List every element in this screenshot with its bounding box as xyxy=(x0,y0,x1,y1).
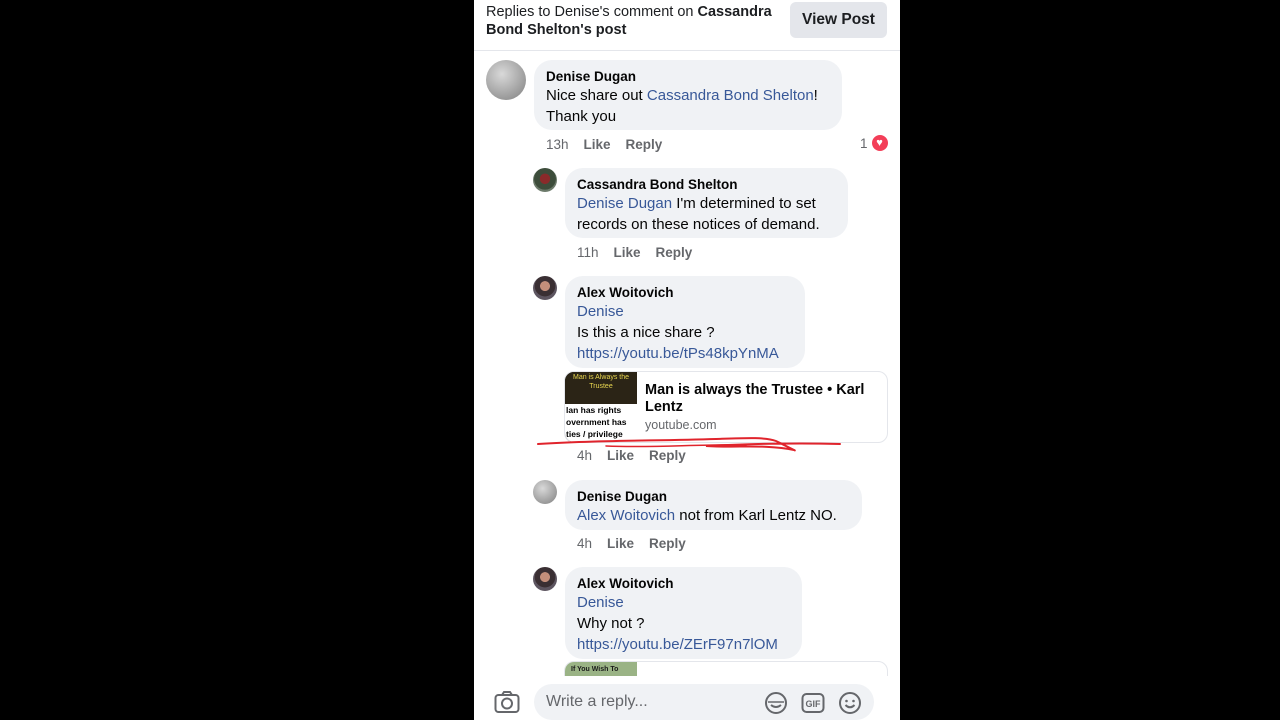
like-button[interactable]: Like xyxy=(607,536,634,551)
timestamp[interactable]: 4h xyxy=(577,448,592,463)
mention-link[interactable]: Denise Dugan xyxy=(577,195,672,212)
reaction-count[interactable]: 1 ♥ xyxy=(860,135,888,151)
reply-composer: GIF xyxy=(474,676,900,720)
youtube-link[interactable]: https://youtu.be/tPs48kpYnMA xyxy=(577,345,779,362)
comment-actions: 11h Like Reply xyxy=(577,245,692,260)
avatar[interactable] xyxy=(533,276,557,300)
avatar[interactable] xyxy=(533,168,557,192)
thumbnail-caption: Man is Always the Trustee xyxy=(565,372,637,404)
comment-bubble: Denise Dugan Alex Woitovich not from Kar… xyxy=(565,480,862,530)
comment-bubble: Denise Dugan Nice share out Cassandra Bo… xyxy=(534,60,842,130)
svg-text:GIF: GIF xyxy=(806,699,822,709)
youtube-link[interactable]: https://youtu.be/ZErF97n7lOM xyxy=(577,636,778,653)
comment-text: Denise Dugan I'm determined to set recor… xyxy=(577,195,820,233)
replies-header: Replies to Denise's comment on Cassandra… xyxy=(474,0,900,51)
reply-button[interactable]: Reply xyxy=(649,536,686,551)
comment-actions: 13h Like Reply xyxy=(546,137,662,152)
comment-bubble: Cassandra Bond Shelton Denise Dugan I'm … xyxy=(565,168,848,238)
camera-icon[interactable] xyxy=(494,690,520,714)
timestamp[interactable]: 11h xyxy=(577,245,599,260)
comment-author[interactable]: Alex Woitovich xyxy=(577,575,790,592)
comment-text: Nice share out Cassandra Bond Shelton! T… xyxy=(546,87,818,125)
gif-icon[interactable]: GIF xyxy=(801,691,825,715)
like-button[interactable]: Like xyxy=(614,245,641,260)
timestamp[interactable]: 13h xyxy=(546,137,569,152)
comment-author[interactable]: Alex Woitovich xyxy=(577,284,793,301)
comment-bubble: Alex Woitovich Denise Why not ? https://… xyxy=(565,567,802,659)
avatar[interactable] xyxy=(486,60,526,100)
comment-bubble: Alex Woitovich Denise Is this a nice sha… xyxy=(565,276,805,368)
comment-text: Denise Is this a nice share ? https://yo… xyxy=(577,303,779,362)
like-button[interactable]: Like xyxy=(607,448,634,463)
preview-source: youtube.com xyxy=(645,418,717,432)
mention-link[interactable]: Denise xyxy=(577,594,624,611)
reply-button[interactable]: Reply xyxy=(656,245,693,260)
sticker-icon[interactable] xyxy=(764,691,788,715)
reply-button[interactable]: Reply xyxy=(626,137,663,152)
comment-author[interactable]: Denise Dugan xyxy=(577,488,850,505)
mention-link[interactable]: Alex Woitovich xyxy=(577,507,675,524)
timestamp[interactable]: 4h xyxy=(577,536,592,551)
mention-link[interactable]: Cassandra Bond Shelton xyxy=(647,87,814,104)
heart-icon: ♥ xyxy=(871,135,888,151)
comment-text: Denise Why not ? https://youtu.be/ZErF97… xyxy=(577,594,778,653)
like-button[interactable]: Like xyxy=(584,137,611,152)
mention-link[interactable]: Denise xyxy=(577,303,624,320)
comment-actions: 4h Like Reply xyxy=(577,536,686,551)
preview-title: Man is always the Trustee • Karl Lentz xyxy=(645,382,865,415)
comment-actions: 4h Like Reply xyxy=(577,448,686,463)
comment-author[interactable]: Denise Dugan xyxy=(546,68,830,85)
emoji-icon[interactable] xyxy=(838,691,862,715)
reply-button[interactable]: Reply xyxy=(649,448,686,463)
avatar[interactable] xyxy=(533,480,557,504)
view-post-button[interactable]: View Post xyxy=(790,2,887,38)
header-title: Replies to Denise's comment on Cassandra… xyxy=(486,4,772,38)
comment-author[interactable]: Cassandra Bond Shelton xyxy=(577,176,836,193)
comment-text: Alex Woitovich not from Karl Lentz NO. xyxy=(577,507,837,524)
comments-screen: Replies to Denise's comment on Cassandra… xyxy=(474,0,900,720)
avatar[interactable] xyxy=(533,567,557,591)
